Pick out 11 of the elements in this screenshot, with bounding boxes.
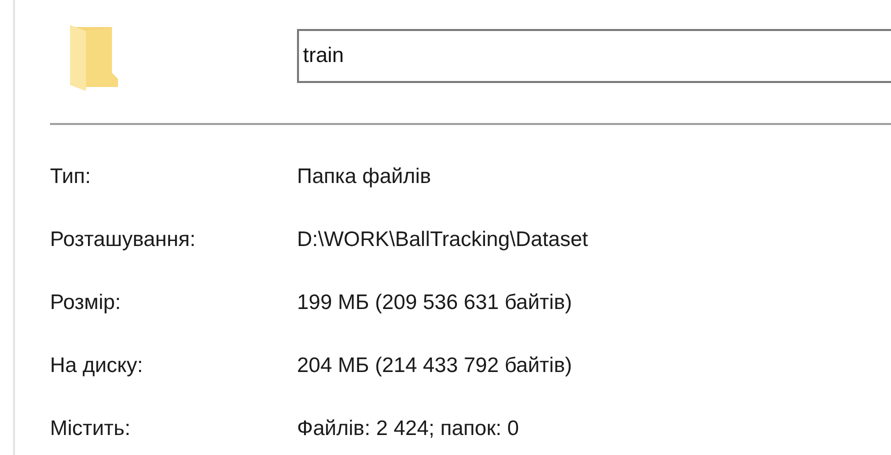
name-field[interactable]: train xyxy=(297,28,891,82)
property-value: Файлів: 2 424; папок: 0 xyxy=(297,416,519,442)
property-label: Розташування: xyxy=(50,228,196,251)
property-label: Розмір: xyxy=(50,290,121,314)
property-value: D:\WORK\BallTracking\Dataset xyxy=(297,226,588,253)
property-value: 199 МБ (209 536 631 байтів) xyxy=(297,290,572,316)
property-label: Тип: xyxy=(50,164,91,188)
property-label: На диску: xyxy=(50,354,143,377)
property-value: 204 МБ (214 433 792 байтів) xyxy=(297,352,572,379)
property-value: Папка файлів xyxy=(297,164,432,190)
property-label: Містить: xyxy=(50,416,130,440)
